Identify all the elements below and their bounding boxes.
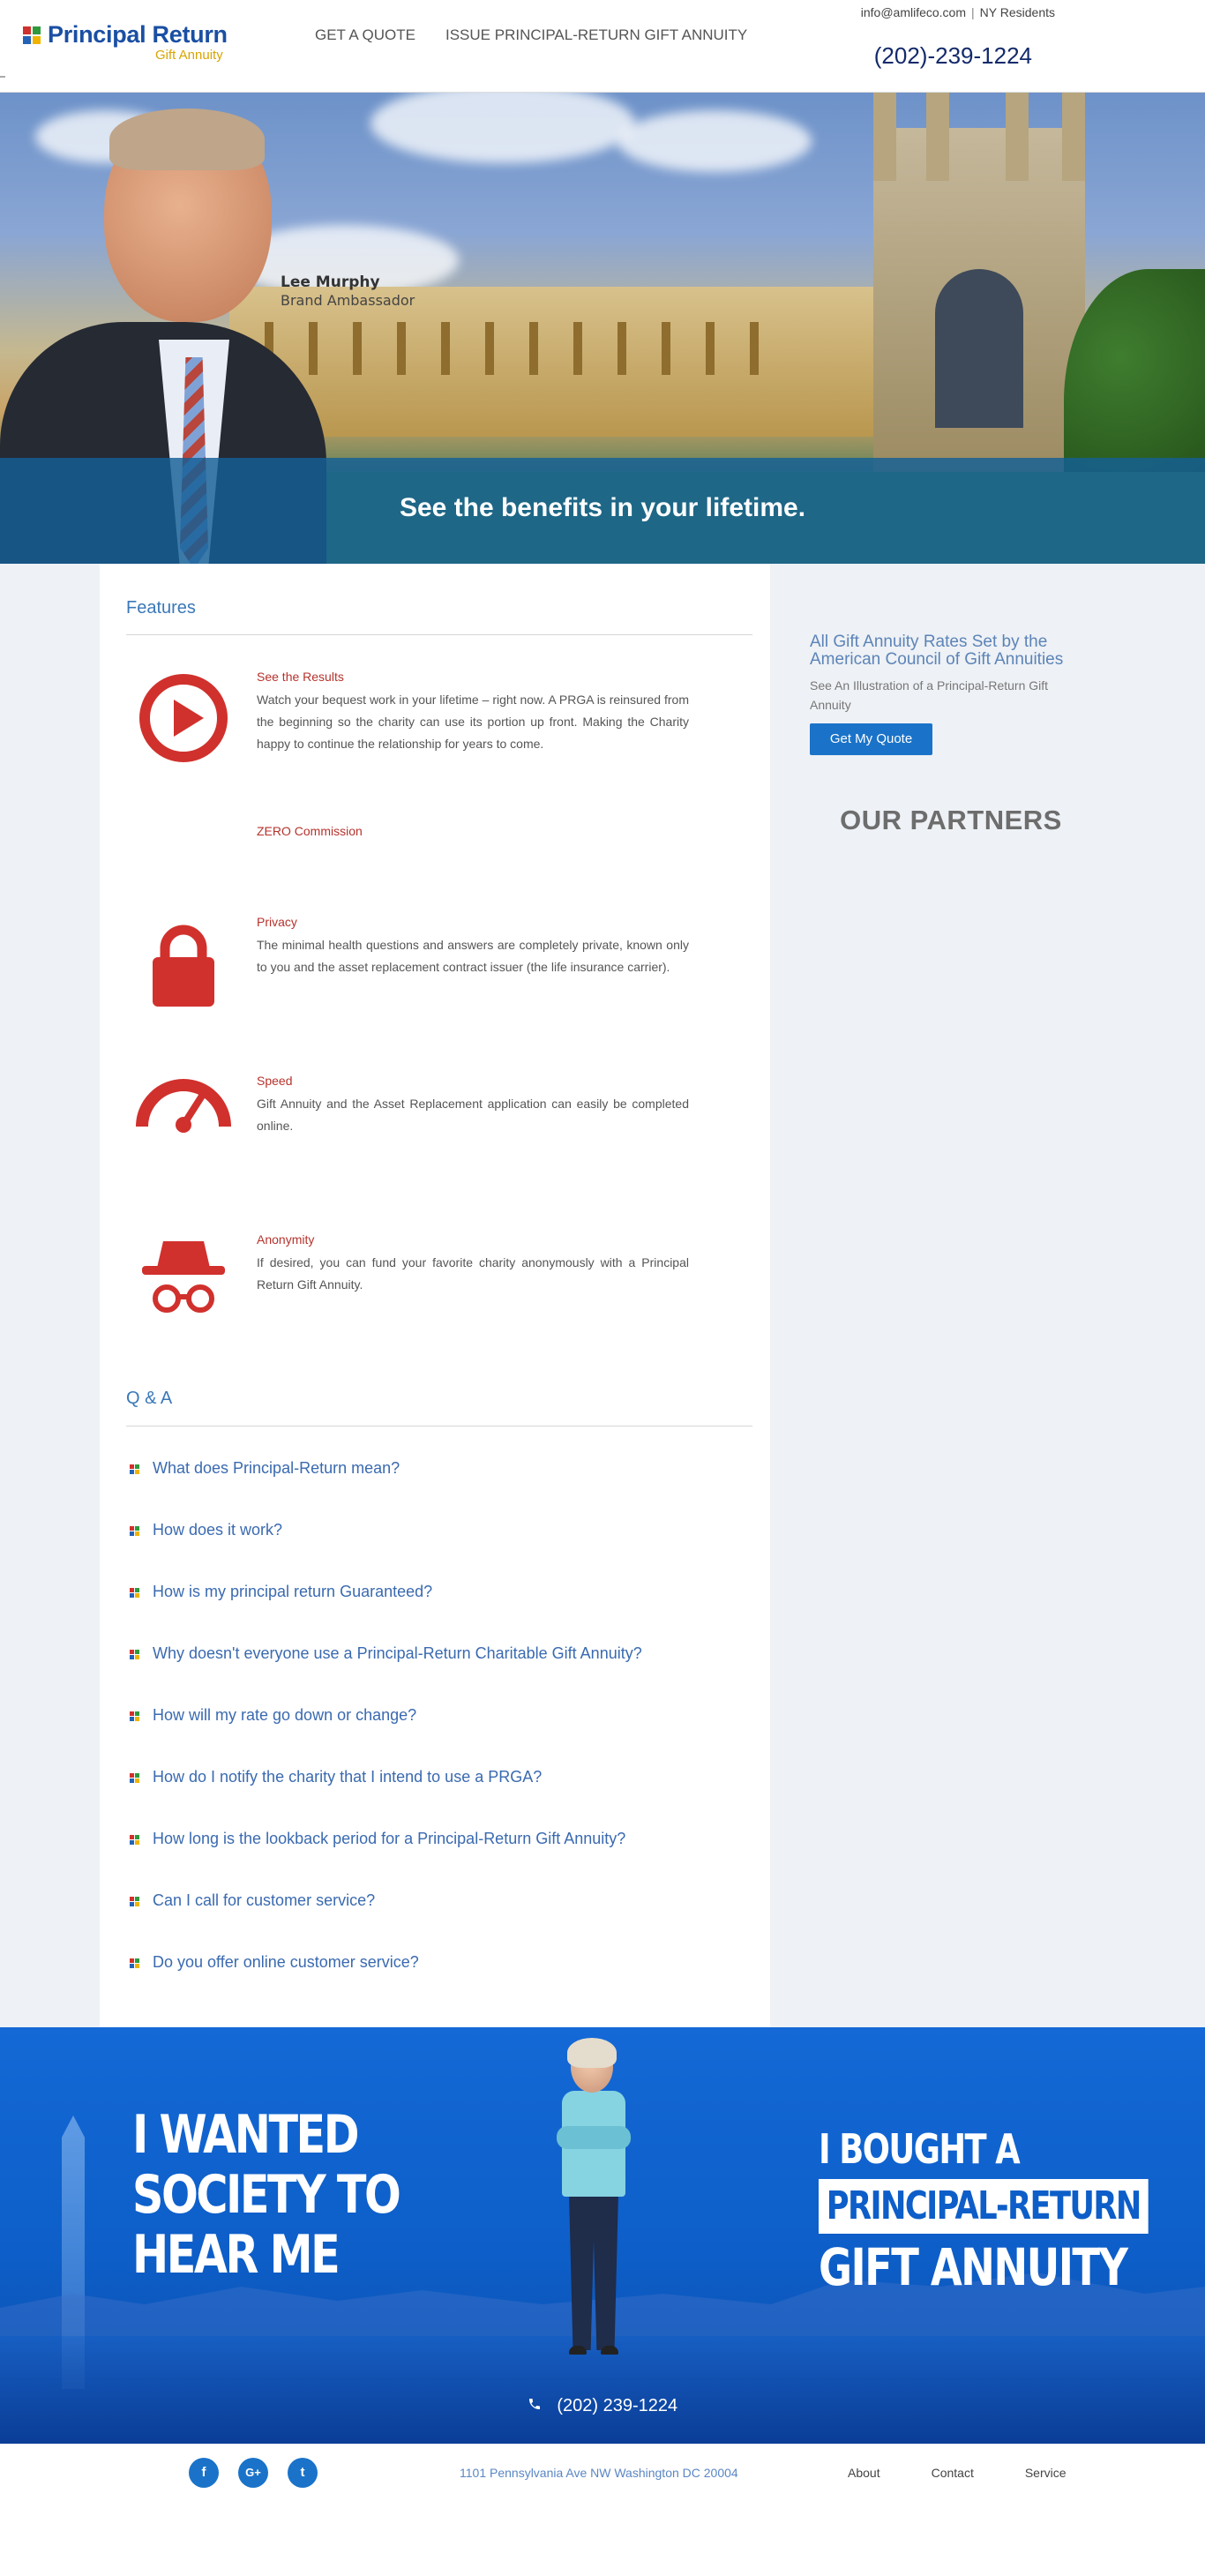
qa-item[interactable]: How is my principal return Guaranteed? [126, 1583, 744, 1607]
qa-item[interactable]: How will my rate go down or change? [126, 1706, 744, 1731]
banner-left-line: SOCIETY TO [132, 2164, 401, 2226]
qa-item[interactable]: Can I call for customer service? [126, 1891, 744, 1916]
features-title: Features [126, 598, 196, 618]
qa-question: How will my rate go down or change? [153, 1706, 417, 1724]
banner-right-text: I BOUGHT A PRINCIPAL-RETURN GIFT ANNUITY [819, 2124, 1149, 2295]
top-contact: info@amlifeco.com | NY Residents [861, 5, 1055, 19]
banner-phone-number: (202) 239-1224 [557, 2396, 678, 2415]
footer-link-service[interactable]: Service [1025, 2466, 1067, 2480]
partners-heading: OUR PARTNERS [840, 805, 1062, 835]
phone-icon [528, 2399, 540, 2409]
nav-get-a-quote[interactable]: GET A QUOTE [315, 26, 415, 44]
qa-title: Q & A [126, 1389, 173, 1408]
footer-links: About Contact Service [848, 2466, 1067, 2480]
get-my-quote-button[interactable]: Get My Quote [810, 723, 932, 755]
feature-title: Speed [257, 1074, 293, 1088]
divider [0, 76, 5, 78]
bullet-icon [130, 1526, 140, 1537]
qa-item[interactable]: How long is the lookback period for a Pr… [126, 1830, 744, 1854]
banner-left-line: I WANTED [132, 2104, 360, 2166]
bullet-icon [130, 1650, 140, 1660]
feature-desc: Watch your bequest work in your lifetime… [257, 693, 689, 751]
banner-left-line: HEAR ME [132, 2224, 341, 2286]
logo-subtitle: Gift Annuity [155, 48, 223, 63]
qa-question: How is my principal return Guaranteed? [153, 1583, 433, 1600]
content-column: Features See the Results Watch your bequ… [100, 564, 770, 2027]
feature-anonymity: Anonymity If desired, you can fund your … [126, 1232, 752, 1329]
banner-left-text: I WANTED SOCIETY TO HEAR ME [132, 2104, 401, 2286]
nav-issue-annuity[interactable]: ISSUE PRINCIPAL-RETURN GIFT ANNUITY [445, 26, 747, 44]
main-nav: GET A QUOTE ISSUE PRINCIPAL-RETURN GIFT … [315, 26, 747, 44]
play-circle-icon [139, 674, 228, 762]
feature-desc: Gift Annuity and the Asset Replacement a… [257, 1097, 689, 1133]
qa-item[interactable]: Do you offer online customer service? [126, 1953, 744, 1978]
feature-desc: The minimal health questions and answers… [257, 938, 689, 974]
feature-speed: Speed Gift Annuity and the Asset Replace… [126, 1074, 752, 1171]
feature-desc: If desired, you can fund your favorite c… [257, 1255, 689, 1292]
bullet-icon [130, 1835, 140, 1846]
ambassador-name: Lee Murphy [281, 273, 380, 291]
qa-question: How does it work? [153, 1521, 283, 1539]
bullet-icon [130, 1897, 140, 1907]
bullet-icon [130, 1464, 140, 1475]
lock-icon [153, 925, 214, 1007]
qa-question: What does Principal-Return mean? [153, 1459, 400, 1477]
qa-item[interactable]: Why doesn't everyone use a Principal-Ret… [126, 1644, 744, 1669]
google-plus-icon[interactable]: G+ [238, 2458, 268, 2488]
features-divider [126, 634, 752, 635]
banner-phone[interactable]: (202) 239-1224 [0, 2396, 1205, 2416]
logo[interactable]: Principal Return Gift Annuity [23, 21, 235, 67]
qa-question: Why doesn't everyone use a Principal-Ret… [153, 1644, 642, 1662]
feature-title: See the Results [257, 670, 344, 684]
ny-residents-link[interactable]: NY Residents [980, 5, 1055, 19]
trees-image [1064, 269, 1205, 490]
logo-title: Principal Return [48, 21, 228, 48]
qa-question: Can I call for customer service? [153, 1891, 376, 1909]
woman-photo [543, 2038, 648, 2368]
feature-privacy: Privacy The minimal health questions and… [126, 915, 752, 1030]
college-building-image [229, 287, 935, 437]
separator: | [971, 5, 975, 19]
header-phone[interactable]: (202)-239-1224 [874, 42, 1032, 70]
speedometer-icon [136, 1079, 231, 1133]
email-link[interactable]: info@amlifeco.com [861, 5, 966, 19]
logo-mark-icon [23, 26, 41, 44]
hero-tagline: See the benefits in your lifetime. [399, 493, 806, 522]
banner-right-highlight: PRINCIPAL-RETURN [819, 2179, 1149, 2234]
rates-title-link[interactable]: All Gift Annuity Rates Set by the Americ… [810, 633, 1092, 669]
hero-tagline-band: See the benefits in your lifetime. [0, 458, 1205, 564]
banner-right-line: GIFT ANNUITY [819, 2237, 1128, 2297]
promo-banner: I WANTED SOCIETY TO HEAR ME I BOUGHT A P… [0, 2027, 1205, 2444]
feature-title: ZERO Commission [257, 827, 363, 838]
feature-title: Anonymity [257, 1232, 315, 1247]
feature-zero-commission: ZERO Commission [126, 827, 752, 839]
site-header: Principal Return Gift Annuity GET A QUOT… [0, 0, 1205, 93]
incognito-icon [142, 1241, 225, 1313]
footer-link-about[interactable]: About [848, 2466, 880, 2480]
feature-title: Privacy [257, 915, 297, 929]
hero-section: Lee Murphy Brand Ambassador See the bene… [0, 93, 1205, 564]
qa-question: How do I notify the charity that I inten… [153, 1768, 543, 1786]
qa-item[interactable]: What does Principal-Return mean? [126, 1459, 744, 1484]
chapel-image [873, 93, 1085, 472]
qa-item[interactable]: How do I notify the charity that I inten… [126, 1768, 744, 1793]
footer-address: 1101 Pennsylvania Ave NW Washington DC 2… [460, 2466, 738, 2480]
bullet-icon [130, 1711, 140, 1722]
feature-see-results: See the Results Watch your bequest work … [126, 670, 752, 775]
site-footer: f G+ t 1101 Pennsylvania Ave NW Washingt… [0, 2444, 1205, 2576]
twitter-icon[interactable]: t [288, 2458, 318, 2488]
bullet-icon [130, 1588, 140, 1599]
bullet-icon [130, 1773, 140, 1784]
ambassador-role: Brand Ambassador [281, 292, 415, 309]
qa-divider [126, 1426, 752, 1427]
rates-subtitle: See An Illustration of a Principal-Retur… [810, 678, 1049, 712]
footer-link-contact[interactable]: Contact [932, 2466, 974, 2480]
qa-item[interactable]: How does it work? [126, 1521, 744, 1546]
qa-question: Do you offer online customer service? [153, 1953, 419, 1971]
bullet-icon [130, 1958, 140, 1969]
facebook-icon[interactable]: f [189, 2458, 219, 2488]
qa-question: How long is the lookback period for a Pr… [153, 1830, 626, 1847]
banner-right-line: I BOUGHT A [819, 2125, 1021, 2173]
